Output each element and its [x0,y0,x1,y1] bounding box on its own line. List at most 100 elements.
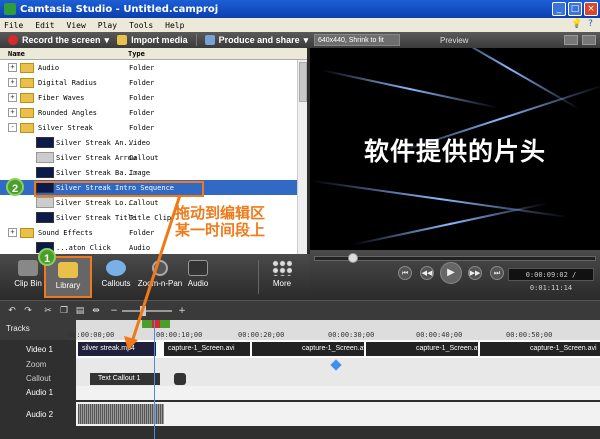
callout-clip[interactable] [174,373,186,385]
preview-size-select[interactable]: 640x440, Shrink to fit [314,34,400,46]
tab-library-label: Library [55,281,81,290]
tip-bulb-icon[interactable]: 💡 [571,19,582,30]
rewind-button[interactable]: ◀◀ [420,266,434,280]
scrollbar-thumb[interactable] [299,62,307,102]
library-item-row[interactable]: Silver Streak Arrow Callout [0,150,307,165]
video-clip[interactable]: capture-1_Screen.avi [366,342,478,356]
import-icon [117,35,128,45]
step-1-badge: 1 [38,248,56,266]
track-head-callout[interactable]: Callout [0,372,76,386]
menu-tools[interactable]: Tools [129,21,153,30]
folder-icon [20,107,34,118]
video-clip[interactable]: capture-1_Screen.avi [252,342,364,356]
time-display: 0:00:09:02 / 0:01:11:14 [508,268,594,292]
video-clip[interactable]: capture-1_Screen.avi [164,342,250,356]
library-item-type: Folder [129,93,155,102]
split-icon[interactable]: ⇹ [90,305,102,317]
column-type[interactable]: Type [128,50,145,58]
camtasia-app-icon [4,3,16,15]
tab-audio[interactable]: Audio [174,256,222,298]
tab-callouts[interactable]: Callouts [92,256,140,298]
redo-icon[interactable]: ↷ [22,305,34,317]
tick-label: 00:00:30;00 [328,331,375,339]
help-icon[interactable]: ? [585,19,596,30]
collapse-icon[interactable]: - [8,123,17,132]
library-item-type: Audio [129,243,151,252]
preview-screen: 软件提供的片头 [310,48,600,250]
minimize-button[interactable]: _ [552,2,566,16]
library-item-name: Digital Radius [38,78,98,87]
library-folder-row[interactable]: + Rounded Angles Folder [0,105,307,120]
detach-preview-icon[interactable] [564,35,578,45]
paste-icon[interactable]: ▤ [74,305,86,317]
track-head-audio2[interactable]: Audio 2 [0,406,76,424]
zoom-slider-knob[interactable] [140,306,146,316]
expand-icon[interactable]: + [8,93,17,102]
library-item-name: Audio [38,63,60,72]
preview-label: Preview [440,35,469,45]
library-folder-row[interactable]: + Fiber Waves Folder [0,90,307,105]
library-folder-row[interactable]: + Digital Radius Folder [0,75,307,90]
copy-icon[interactable]: ❐ [58,305,70,317]
tab-audio-label: Audio [187,279,209,288]
record-screen-button[interactable]: Record the screen ▾ [8,35,109,46]
produce-label: Produce and share [218,35,300,45]
menu-play[interactable]: Play [98,21,117,30]
tab-clip-bin-label: Clip Bin [14,279,42,288]
close-button[interactable]: × [584,2,598,16]
menu-view[interactable]: View [67,21,86,30]
cut-icon[interactable]: ✂ [42,305,54,317]
tick-label: 00:00:40;00 [416,331,463,339]
seek-knob[interactable] [348,253,358,263]
track-head-zoom[interactable]: Zoom [0,358,76,372]
dots-icon [272,260,292,276]
timeline-ruler: Tracks 00:00:00;00 00:00:10;00 00:00:20;… [0,320,600,340]
library-scrollbar[interactable] [297,60,307,254]
menu-bar: File Edit View Play Tools Help 💡 ? [0,18,600,32]
track-head-audio1[interactable]: Audio 1 [0,386,76,400]
arrow-thumbnail-icon [36,152,54,163]
skip-back-button[interactable]: ⏮ [398,266,412,280]
expand-icon[interactable]: + [8,228,17,237]
window-title: Camtasia Studio - Untitled.camproj [20,3,219,15]
fast-forward-button[interactable]: ▶▶ [468,266,482,280]
library-folder-row[interactable]: + Audio Folder [0,60,307,75]
folder-icon [20,227,34,238]
library-folder-row[interactable]: - Silver Streak Folder [0,120,307,135]
video-clip[interactable]: silver streak.mp4 [78,342,156,356]
track-head-video1[interactable]: Video 1 [0,342,76,358]
library-item-type: Folder [129,228,155,237]
menu-edit[interactable]: Edit [35,21,54,30]
audio-waveform-clip[interactable] [78,404,164,424]
undo-icon[interactable]: ↶ [6,305,18,317]
preview-overlay-text: 软件提供的片头 [363,137,546,166]
menu-help[interactable]: Help [165,21,184,30]
column-name[interactable]: Name [0,50,128,58]
magnifier-icon [152,260,168,276]
produce-share-button[interactable]: Produce and share ▾ [204,35,308,46]
zoom-in-icon[interactable]: + [176,305,188,317]
zoom-keyframe[interactable] [330,359,342,371]
zoom-slider[interactable] [122,310,172,312]
folder-icon [20,62,34,73]
callout-clip[interactable]: Text Callout 1 [90,373,160,385]
produce-icon [204,35,215,45]
video-thumbnail-icon [36,212,54,223]
import-media-button[interactable]: Import media [117,35,188,45]
skip-forward-button[interactable]: ⏭ [490,266,504,280]
maximize-button[interactable]: □ [568,2,582,16]
tab-more[interactable]: More [258,256,306,298]
library-item-row[interactable]: Silver Streak Ba... Image [0,165,307,180]
expand-icon[interactable]: + [8,63,17,72]
fullscreen-icon[interactable] [582,35,596,45]
tracks-menu[interactable]: Tracks [6,324,30,333]
expand-icon[interactable]: + [8,108,17,117]
library-item-row[interactable]: Silver Streak An... Video [0,135,307,150]
expand-icon[interactable]: + [8,78,17,87]
zoom-out-icon[interactable]: − [108,305,120,317]
play-button[interactable]: ▶ [440,262,462,284]
playhead[interactable] [154,320,155,439]
folder-icon [20,122,34,133]
video-clip[interactable]: capture-1_Screen.avi [480,342,600,356]
menu-file[interactable]: File [4,21,23,30]
